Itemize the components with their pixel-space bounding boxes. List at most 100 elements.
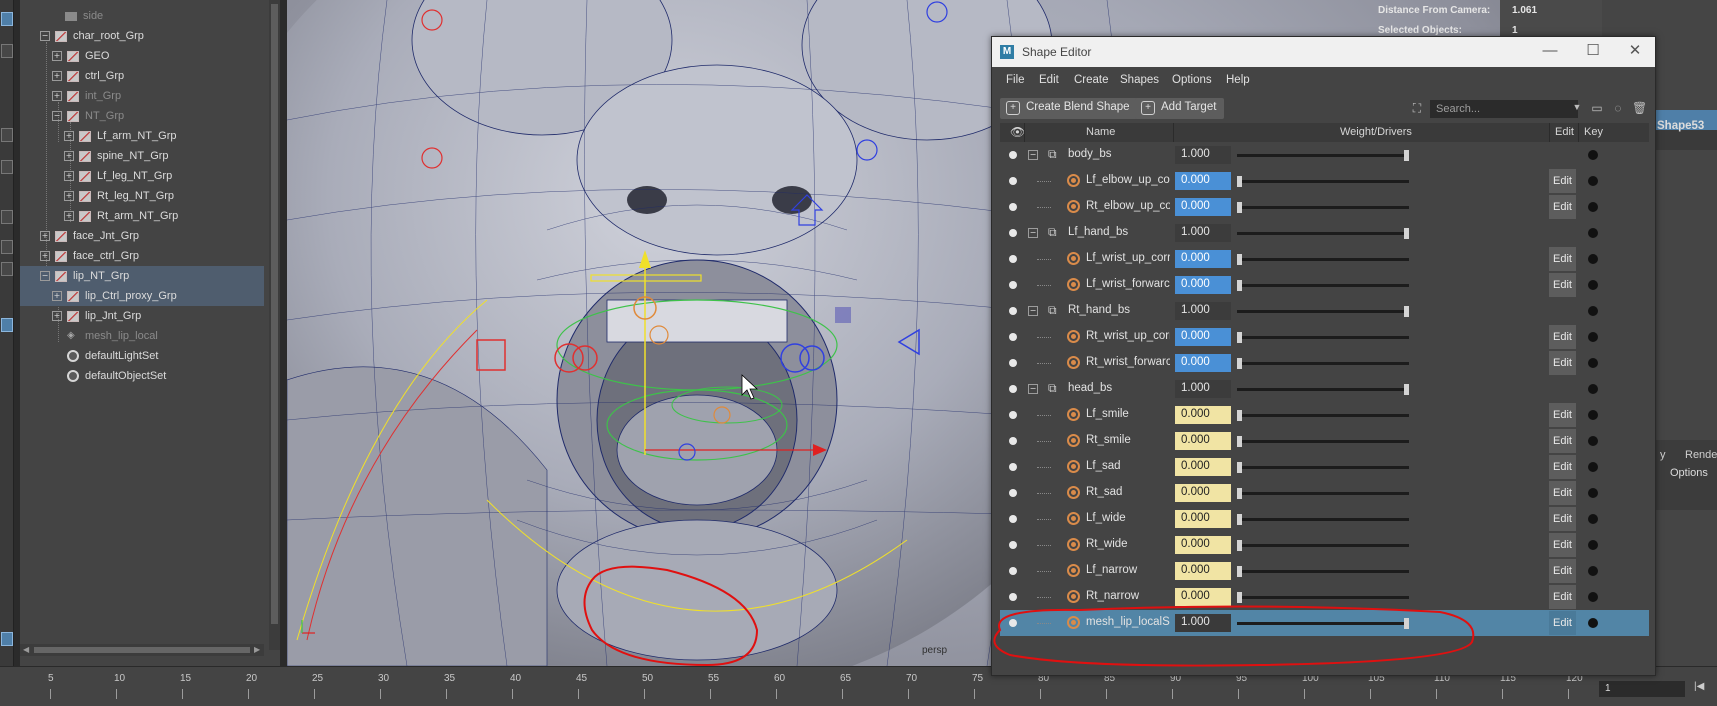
blend-shape-row[interactable]: − ⧉ body_bs 1.000 [1000,142,1649,168]
script-editor-icon[interactable] [1,632,13,646]
weight-field[interactable]: 0.000 [1175,198,1231,216]
target-row[interactable]: Rt_elbow_up_co 0.000 Edit [1000,194,1649,220]
row-name[interactable]: body_bs [1068,148,1168,160]
visibility-toggle-icon[interactable] [1009,437,1017,445]
expand-icon[interactable]: + [52,71,62,81]
weight-slider[interactable] [1237,592,1409,603]
target-row[interactable]: Lf_wrist_forwarc 0.000 Edit [1000,272,1649,298]
edit-button[interactable]: Edit [1549,559,1576,583]
blend-shape-row[interactable]: − ⧉ Lf_hand_bs 1.000 [1000,220,1649,246]
row-name[interactable]: Lf_hand_bs [1068,226,1168,238]
visibility-toggle-icon[interactable] [1009,307,1017,315]
collapse-icon[interactable]: − [1028,150,1038,160]
visibility-toggle-icon[interactable] [1009,567,1017,575]
outliner-item[interactable]: + int_Grp [20,86,264,106]
weight-field[interactable]: 0.000 [1175,510,1231,528]
row-name[interactable]: Rt_elbow_up_co [1086,200,1170,212]
visibility-toggle-icon[interactable] [1009,385,1017,393]
move-tool-icon[interactable] [1,160,13,174]
create-blend-shape-button[interactable]: + Create Blend Shape [1000,98,1138,119]
paint-tool-icon[interactable] [1,128,13,142]
minimize-icon[interactable]: — [1540,41,1560,61]
delete-icon[interactable]: 🗑 [1632,101,1647,115]
weight-field[interactable]: 1.000 [1175,380,1231,398]
weight-slider[interactable] [1237,488,1409,499]
outliner-item[interactable]: defaultLightSet [20,346,264,366]
row-name[interactable]: Lf_smile [1086,408,1170,420]
expand-icon[interactable]: + [64,131,74,141]
outliner-item[interactable]: + face_Jnt_Grp [20,226,264,246]
slider-handle[interactable] [1404,384,1409,395]
target-row[interactable]: Lf_narrow 0.000 Edit [1000,558,1649,584]
weight-slider[interactable] [1237,566,1409,577]
weight-slider[interactable] [1237,332,1409,343]
key-icon[interactable] [1588,306,1598,316]
expand-icon[interactable]: + [52,291,62,301]
visibility-toggle-icon[interactable] [1009,359,1017,367]
outliner-item[interactable]: + Rt_leg_NT_Grp [20,186,264,206]
key-icon[interactable] [1588,176,1598,186]
weight-field[interactable]: 0.000 [1175,536,1231,554]
weight-slider[interactable] [1237,150,1409,161]
outliner-item[interactable]: + Lf_leg_NT_Grp [20,166,264,186]
slider-handle[interactable] [1237,540,1242,551]
slider-handle[interactable] [1237,566,1242,577]
expand-icon[interactable]: + [40,231,50,241]
row-name[interactable]: Lf_wrist_forwarc [1086,278,1170,290]
render-tab[interactable]: Rende [1685,449,1717,461]
weight-slider[interactable] [1237,306,1409,317]
row-name[interactable]: Rt_wide [1086,538,1170,550]
weight-field[interactable]: 1.000 [1175,224,1231,242]
weight-slider[interactable] [1237,410,1409,421]
weight-field[interactable]: 1.000 [1175,146,1231,164]
options-button[interactable]: Options [1670,467,1708,479]
collapse-icon[interactable]: − [52,111,62,121]
outliner-item[interactable]: + lip_Ctrl_proxy_Grp [20,286,264,306]
weight-field[interactable]: 0.000 [1175,458,1231,476]
weight-field[interactable]: 0.000 [1175,432,1231,450]
visibility-toggle-icon[interactable] [1009,229,1017,237]
expand-icon[interactable]: + [64,211,74,221]
menu-file[interactable]: File [1006,74,1025,86]
collapse-icon[interactable]: − [40,271,50,281]
slider-handle[interactable] [1237,280,1242,291]
outliner-layout-icon[interactable] [1,318,13,332]
weight-field[interactable]: 0.000 [1175,276,1231,294]
key-icon[interactable] [1588,540,1598,550]
expand-icon[interactable]: + [64,191,74,201]
key-icon[interactable] [1588,410,1598,420]
collapse-icon[interactable]: − [1028,384,1038,394]
key-icon[interactable] [1588,202,1598,212]
expand-icon[interactable]: + [64,171,74,181]
menu-create[interactable]: Create [1074,74,1109,86]
row-name[interactable]: Rt_hand_bs [1068,304,1168,316]
row-name[interactable]: Lf_sad [1086,460,1170,472]
visibility-toggle-icon[interactable] [1009,255,1017,263]
new-folder-icon[interactable]: ▭ [1590,101,1604,115]
refresh-icon[interactable]: ◌ [1611,101,1625,115]
weight-slider[interactable] [1237,436,1409,447]
outliner-item[interactable]: + GEO [20,46,264,66]
menu-shapes[interactable]: Shapes [1120,74,1159,86]
key-icon[interactable] [1588,618,1598,628]
visibility-toggle-icon[interactable] [1009,203,1017,211]
outliner-item[interactable]: − lip_NT_Grp [20,266,264,286]
key-icon[interactable] [1588,514,1598,524]
close-icon[interactable]: ✕ [1625,41,1645,61]
visibility-toggle-icon[interactable] [1009,177,1017,185]
edit-button[interactable]: Edit [1549,611,1576,635]
expand-icon[interactable]: + [64,151,74,161]
slider-handle[interactable] [1237,332,1242,343]
weight-slider[interactable] [1237,384,1409,395]
target-row[interactable]: Rt_sad 0.000 Edit [1000,480,1649,506]
key-icon[interactable] [1588,462,1598,472]
row-name[interactable]: Rt_wrist_forwarc [1086,356,1170,368]
slider-handle[interactable] [1237,488,1242,499]
slider-handle[interactable] [1237,514,1242,525]
visibility-toggle-icon[interactable] [1009,151,1017,159]
lasso-tool-icon[interactable] [1,44,13,58]
menu-options[interactable]: Options [1172,74,1212,86]
outliner-item[interactable]: + face_ctrl_Grp [20,246,264,266]
outliner-horizontal-scrollbar[interactable]: ◀ ▶ [20,644,264,656]
select-tool-icon[interactable] [1,12,13,26]
